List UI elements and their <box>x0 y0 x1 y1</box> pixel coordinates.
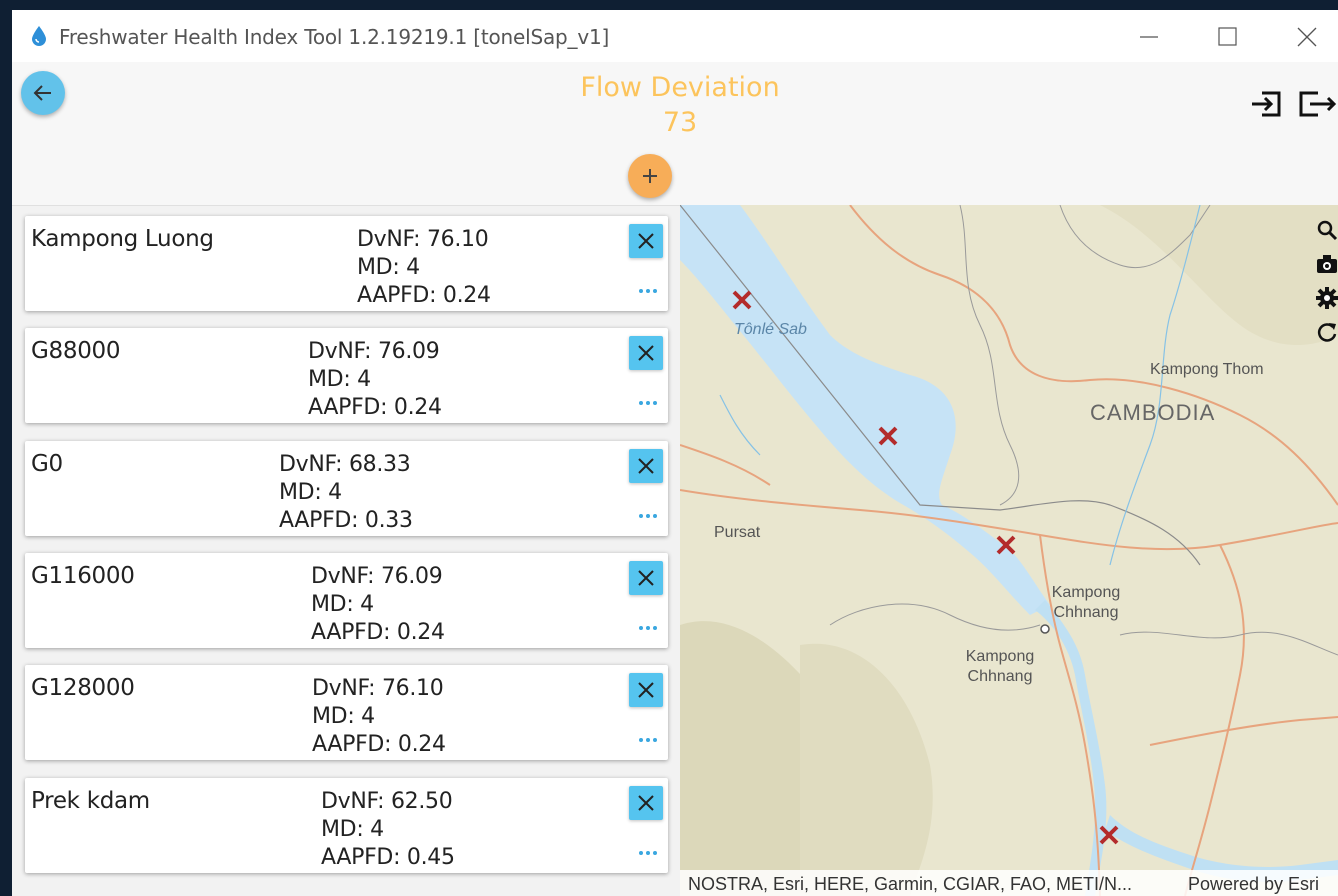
station-stats: DvNF: 68.33 MD: 4 AAPFD: 0.33 <box>279 451 413 535</box>
aapfd-value: AAPFD: 0.24 <box>308 395 442 420</box>
aapfd-value: AAPFD: 0.45 <box>321 845 455 870</box>
remove-station-button[interactable] <box>629 786 663 820</box>
water-drop-icon <box>32 26 46 46</box>
dvnf-value: DvNF: 76.09 <box>311 564 443 589</box>
export-icon[interactable] <box>1298 86 1338 122</box>
more-options-icon[interactable] <box>637 509 659 523</box>
station-marker-icon[interactable] <box>995 534 1017 556</box>
md-value: MD: 4 <box>312 704 375 729</box>
remove-station-button[interactable] <box>629 673 663 707</box>
import-icon[interactable] <box>1249 86 1285 122</box>
station-card[interactable]: Prek kdam DvNF: 62.50 MD: 4 AAPFD: 0.45 <box>25 778 668 873</box>
back-arrow-icon <box>33 85 51 101</box>
dvnf-value: DvNF: 68.33 <box>279 452 411 477</box>
title-bar: Freshwater Health Index Tool 1.2.19219.1… <box>12 10 1338 62</box>
md-value: MD: 4 <box>279 480 342 505</box>
map-label-kampong-chhnang-province: Kampong Chhnang <box>965 648 1035 685</box>
close-icon <box>638 233 654 249</box>
dvnf-value: DvNF: 76.09 <box>308 339 440 364</box>
more-options-icon[interactable] <box>637 396 659 410</box>
station-card[interactable]: G0 DvNF: 68.33 MD: 4 AAPFD: 0.33 <box>25 441 668 536</box>
aapfd-value: AAPFD: 0.24 <box>311 620 445 645</box>
close-icon <box>638 570 654 586</box>
refresh-icon[interactable] <box>1316 321 1338 343</box>
gear-icon[interactable] <box>1316 287 1338 309</box>
station-list: Kampong Luong DvNF: 76.10 MD: 4 AAPFD: 0… <box>12 205 680 896</box>
station-name: Prek kdam <box>31 788 150 814</box>
minimize-button[interactable] <box>1134 22 1164 52</box>
attribution-text: NOSTRA, Esri, HERE, Garmin, CGIAR, FAO, … <box>688 874 1133 894</box>
station-name: G88000 <box>31 338 121 364</box>
maximize-button[interactable] <box>1212 22 1242 52</box>
add-station-button[interactable] <box>628 154 672 198</box>
app-window: Freshwater Health Index Tool 1.2.19219.1… <box>12 10 1338 896</box>
remove-station-button[interactable] <box>629 561 663 595</box>
remove-station-button[interactable] <box>629 449 663 483</box>
plus-icon <box>643 169 657 183</box>
md-value: MD: 4 <box>321 817 384 842</box>
md-value: MD: 4 <box>311 592 374 617</box>
more-options-icon[interactable] <box>637 846 659 860</box>
close-icon <box>638 682 654 698</box>
station-name: G0 <box>31 451 63 477</box>
more-options-icon[interactable] <box>637 284 659 298</box>
search-icon[interactable] <box>1316 219 1338 241</box>
more-options-icon[interactable] <box>637 733 659 747</box>
back-button[interactable] <box>21 71 65 115</box>
station-card[interactable]: Kampong Luong DvNF: 76.10 MD: 4 AAPFD: 0… <box>25 216 668 311</box>
station-stats: DvNF: 62.50 MD: 4 AAPFD: 0.45 <box>321 788 455 872</box>
page-title: Flow Deviation <box>580 72 780 103</box>
city-dot-icon <box>1040 624 1050 634</box>
dvnf-value: DvNF: 76.10 <box>357 227 489 252</box>
map-label-kampong-chhnang-city: Kampong Chhnang <box>1051 584 1121 621</box>
close-window-button[interactable] <box>1292 22 1322 52</box>
station-name: Kampong Luong <box>31 226 214 252</box>
more-options-icon[interactable] <box>637 621 659 635</box>
aapfd-value: AAPFD: 0.24 <box>357 283 491 308</box>
md-value: MD: 4 <box>357 255 420 280</box>
window-title: Freshwater Health Index Tool 1.2.19219.1… <box>59 25 610 49</box>
close-icon <box>638 795 654 811</box>
station-marker-icon[interactable] <box>731 289 753 311</box>
map-label-tonle-sab: Tônlé Sab <box>734 321 807 338</box>
station-stats: DvNF: 76.10 MD: 4 AAPFD: 0.24 <box>357 226 491 310</box>
station-card[interactable]: G116000 DvNF: 76.09 MD: 4 AAPFD: 0.24 <box>25 553 668 648</box>
station-stats: DvNF: 76.09 MD: 4 AAPFD: 0.24 <box>311 563 445 647</box>
map-label-cambodia: CAMBODIA <box>1090 400 1216 425</box>
station-name: G128000 <box>31 675 135 701</box>
map-attribution: NOSTRA, Esri, HERE, Garmin, CGIAR, FAO, … <box>680 870 1338 896</box>
dvnf-value: DvNF: 62.50 <box>321 789 453 814</box>
dvnf-value: DvNF: 76.10 <box>312 676 444 701</box>
station-name: G116000 <box>31 563 135 589</box>
station-marker-icon[interactable] <box>1098 824 1120 846</box>
map-label-kampong-thom: Kampong Thom <box>1150 361 1264 378</box>
app-header: Flow Deviation 73 <box>12 62 1338 208</box>
close-icon <box>638 458 654 474</box>
station-stats: DvNF: 76.10 MD: 4 AAPFD: 0.24 <box>312 675 446 759</box>
md-value: MD: 4 <box>308 367 371 392</box>
station-card[interactable]: G88000 DvNF: 76.09 MD: 4 AAPFD: 0.24 <box>25 328 668 423</box>
station-stats: DvNF: 76.09 MD: 4 AAPFD: 0.24 <box>308 338 442 422</box>
map-label-pursat: Pursat <box>714 524 761 541</box>
remove-station-button[interactable] <box>629 336 663 370</box>
aapfd-value: AAPFD: 0.33 <box>279 508 413 533</box>
aapfd-value: AAPFD: 0.24 <box>312 732 446 757</box>
map-view[interactable]: Tônlé Sab Kampong Thom CAMBODIA Pursat K… <box>680 205 1338 896</box>
powered-by-link[interactable]: Powered by Esri <box>1188 874 1319 895</box>
close-icon <box>638 345 654 361</box>
station-marker-icon[interactable] <box>877 425 899 447</box>
remove-station-button[interactable] <box>629 224 663 258</box>
score-value: 73 <box>662 107 698 138</box>
camera-icon[interactable] <box>1316 253 1338 275</box>
station-card[interactable]: G128000 DvNF: 76.10 MD: 4 AAPFD: 0.24 <box>25 665 668 760</box>
